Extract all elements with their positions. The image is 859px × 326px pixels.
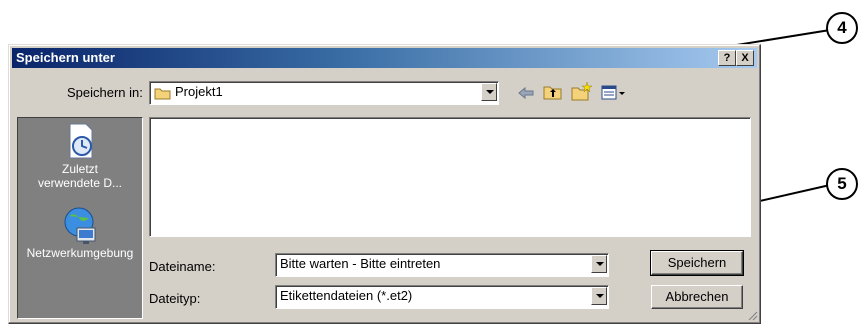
chevron-down-icon [596,262,604,266]
save-in-label: Speichern in: [67,85,143,100]
resize-grip-icon[interactable] [746,309,758,321]
places-item-network[interactable]: Netzwerkumgebung [18,206,142,260]
save-button[interactable]: Speichern [650,250,744,276]
help-button[interactable]: ? [718,50,736,66]
network-places-icon [64,207,96,244]
dialog-title: Speichern unter [16,50,115,65]
places-item-label: Zuletzt verwendete D... [37,162,123,190]
chevron-down-icon [486,90,494,94]
places-item-label: Netzwerkumgebung [26,246,134,260]
save-in-dropdown[interactable]: Projekt1 [149,81,499,105]
places-item-recent[interactable]: Zuletzt verwendete D... [18,122,142,190]
cancel-button[interactable]: Abbrechen [651,285,743,309]
file-list[interactable] [149,117,751,237]
close-button[interactable]: X [736,50,754,66]
folder-icon [154,88,171,100]
up-folder-icon[interactable] [543,83,563,101]
filetype-label: Dateityp: [149,291,201,306]
filename-field[interactable]: Bitte warten - Bitte eintreten [275,253,609,277]
save-in-value: Projekt1 [175,84,223,99]
filename-label: Dateiname: [149,259,216,274]
callout-4: 4 [826,12,858,44]
places-bar: Zuletzt verwendete D... Netzwerkumgebung [17,117,143,319]
filetype-dropdown-button[interactable] [591,287,607,305]
title-bar: Speichern unter ? X [12,48,757,68]
view-menu-icon[interactable] [601,85,627,101]
filetype-value: Etikettendateien (*.et2) [280,288,413,303]
back-arrow-icon[interactable] [517,85,535,101]
save-as-dialog: Speichern unter ? X Speichern in: Projek… [8,44,761,324]
filename-dropdown-button[interactable] [591,255,607,273]
callout-5: 5 [826,168,858,200]
filetype-dropdown[interactable]: Etikettendateien (*.et2) [275,285,609,309]
save-in-dropdown-button[interactable] [481,83,497,101]
recent-documents-icon [69,123,93,159]
chevron-down-icon [596,294,604,298]
filename-value: Bitte warten - Bitte eintreten [280,256,441,271]
new-folder-icon[interactable] [571,81,593,101]
